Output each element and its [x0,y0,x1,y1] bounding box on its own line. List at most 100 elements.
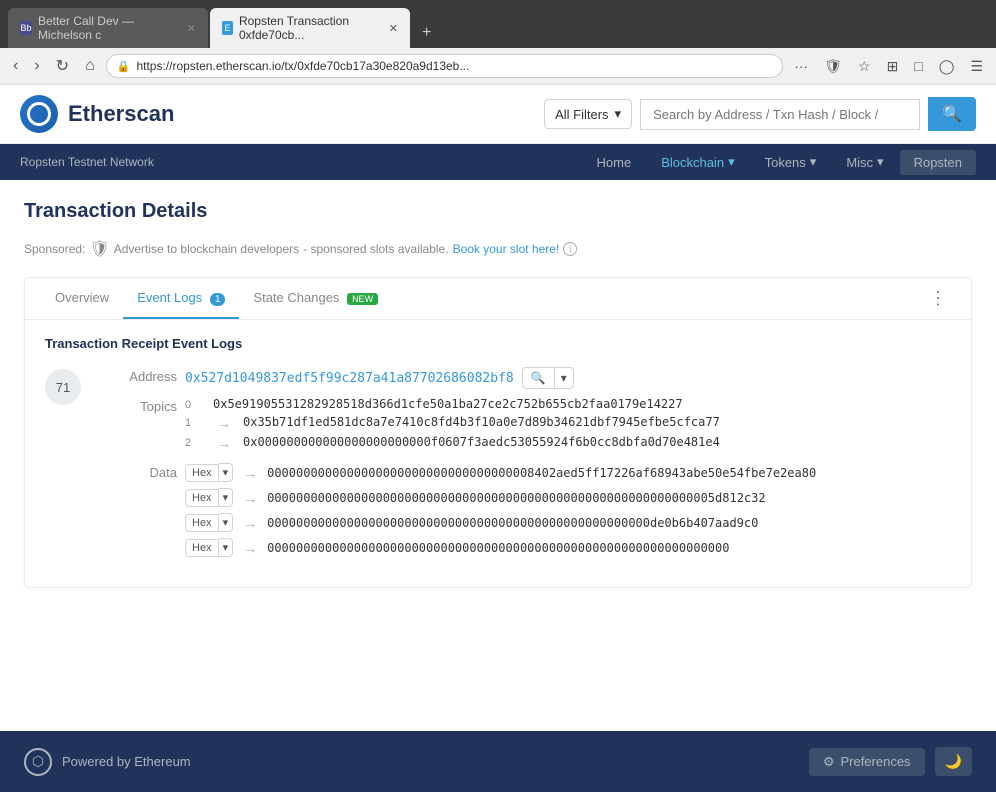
address-dropdown-button[interactable]: ▾ [555,367,574,389]
browser-toolbar: ‹ › ↻ ⌂ 🔒 https://ropsten.etherscan.io/t… [0,48,996,85]
main-card: Overview Event Logs 1 State Changes NEW … [24,277,972,588]
sponsored-text: Advertise to blockchain developers [114,242,299,256]
back-button[interactable]: ‹ [8,55,23,77]
hex-dropdown-3[interactable]: ▾ [219,538,234,557]
preferences-label: Preferences [840,754,910,769]
account-icon[interactable]: ◯ [934,56,960,77]
nav-link-blockchain[interactable]: Blockchain ▾ [647,144,748,180]
sponsored-bar: Sponsored: 🛡 Advertise to blockchain dev… [24,239,972,259]
topic-index-0: 0 [185,397,205,411]
nav-link-tokens[interactable]: Tokens ▾ [751,144,831,180]
reload-button[interactable]: ↻ [51,54,74,78]
nav-link-misc[interactable]: Misc ▾ [832,144,897,180]
hex-group-0: Hex ▾ [185,463,233,482]
hex-select-3[interactable]: Hex [185,539,219,557]
footer-ethereum-icon: ⬡ [24,748,52,776]
tab-overview-label: Overview [55,290,109,305]
search-button[interactable]: 🔍 [928,97,976,131]
star-icon[interactable]: ☆ [853,56,876,77]
card-menu-button[interactable]: ⋮ [921,280,955,317]
address-link[interactable]: 0x527d1049837edf5f99c287a41a87702686082b… [185,371,514,386]
data-arrow-2: → [243,515,257,531]
filter-chevron: ▾ [615,106,622,122]
hex-group-2: Hex ▾ [185,513,233,532]
topic-row-0: 0 0x5e91905531282928518d366d1cfe50a1ba27… [185,397,951,411]
browser-tabs: Bb Better Call Dev — Michelson c ✕ E Rop… [8,8,988,48]
data-row-0: Hex ▾ → 00000000000000000000000000000000… [185,463,951,482]
nav-misc-label: Misc [846,155,873,170]
data-value-3: 0000000000000000000000000000000000000000… [267,541,729,555]
footer-powered-by: Powered by Ethereum [62,754,191,769]
hamburger-menu[interactable]: ☰ [965,56,988,77]
dark-mode-button[interactable]: 🌙 [935,747,972,776]
hex-dropdown-2[interactable]: ▾ [219,513,234,532]
address-label: Address [97,367,177,384]
log-content: Address 0x527d1049837edf5f99c287a41a8770… [97,367,951,571]
nav-links: Home Blockchain ▾ Tokens ▾ Misc ▾ [583,144,977,180]
library-icon[interactable]: ⊞ [882,56,904,77]
tab-state-changes[interactable]: State Changes NEW [239,278,392,319]
topic-value-0: 0x5e91905531282928518d366d1cfe50a1ba27ce… [213,397,683,411]
tab-overview[interactable]: Overview [41,278,123,319]
logo-icon [20,95,58,133]
data-row-3: Hex ▾ → 00000000000000000000000000000000… [185,538,951,557]
data-row-container: Data Hex ▾ → [97,463,951,563]
main-content: Transaction Details Sponsored: 🛡 Adverti… [0,180,996,608]
data-value-2: 0000000000000000000000000000000000000000… [267,516,758,530]
nav-tokens-label: Tokens [765,155,806,170]
data-row-1: Hex ▾ → 00000000000000000000000000000000… [185,488,951,507]
new-tab-button[interactable]: + [412,18,441,48]
filter-label: All Filters [555,107,608,122]
home-button[interactable]: ⌂ [80,55,100,77]
tab-close-2[interactable]: ✕ [389,22,398,35]
address-bar[interactable]: 🔒 https://ropsten.etherscan.io/tx/0xfde7… [106,54,783,78]
sponsored-link[interactable]: Book your slot here! [453,242,560,256]
state-changes-new-badge: NEW [347,293,378,305]
tab-close-1[interactable]: ✕ [187,22,196,35]
data-value-0: 0000000000000000000000000000000000008402… [267,466,816,480]
topic-index-1: 1 [185,415,205,429]
topic-value-1: 0x35b71df1ed581dc8a7e7410c8fd4b3f10a0e7d… [243,415,720,429]
bookmark-icon[interactable]: 🛡 [819,56,847,77]
tab-ropsten-tx[interactable]: E Ropsten Transaction 0xfde70cb... ✕ [210,8,410,48]
footer-logo-area: ⬡ Powered by Ethereum [24,748,191,776]
topic-index-2: 2 [185,435,205,449]
event-logs-badge: 1 [210,293,226,306]
logo-area: Etherscan [20,95,174,133]
section-title: Transaction Receipt Event Logs [45,336,951,351]
network-button[interactable]: Ropsten [900,150,976,175]
hex-group-1: Hex ▾ [185,488,233,507]
hex-dropdown-1[interactable]: ▾ [219,488,234,507]
topics-container: 0 0x5e91905531282928518d366d1cfe50a1ba27… [185,397,951,455]
hex-dropdown-0[interactable]: ▾ [219,463,234,482]
preferences-icon: ⚙ [823,754,835,770]
moon-icon: 🌙 [945,753,962,769]
address-search-button[interactable]: 🔍 [522,367,555,389]
tab-label-1: Better Call Dev — Michelson c [38,14,177,42]
tab-event-logs[interactable]: Event Logs 1 [123,278,239,319]
nav-tokens-arrow: ▾ [810,154,817,170]
data-arrow-0: → [243,465,257,481]
nav-link-home[interactable]: Home [583,145,646,180]
header-right: All Filters ▾ 🔍 [544,97,976,131]
hex-group-3: Hex ▾ [185,538,233,557]
nav-bar: Ropsten Testnet Network Home Blockchain … [0,144,996,180]
preferences-button[interactable]: ⚙ Preferences [809,748,925,776]
pocket-icon[interactable]: □ [909,56,927,76]
data-value-1: 0000000000000000000000000000000000000000… [267,491,766,505]
forward-button[interactable]: › [29,55,44,77]
tab-better-call-dev[interactable]: Bb Better Call Dev — Michelson c ✕ [8,8,208,48]
hex-select-1[interactable]: Hex [185,489,219,507]
search-input[interactable] [640,99,920,130]
data-row-2: Hex ▾ → 00000000000000000000000000000000… [185,513,951,532]
info-icon[interactable]: i [563,242,577,256]
filter-select[interactable]: All Filters ▾ [544,99,632,129]
nav-blockchain-label: Blockchain [661,155,724,170]
address-action-group: 🔍 ▾ [522,367,574,389]
data-arrow-1: → [243,490,257,506]
more-button[interactable]: ··· [789,56,813,76]
tab-event-logs-label: Event Logs [137,290,202,305]
hex-select-2[interactable]: Hex [185,514,219,532]
hex-select-0[interactable]: Hex [185,464,219,482]
ethereum-glyph: ⬡ [32,753,44,770]
